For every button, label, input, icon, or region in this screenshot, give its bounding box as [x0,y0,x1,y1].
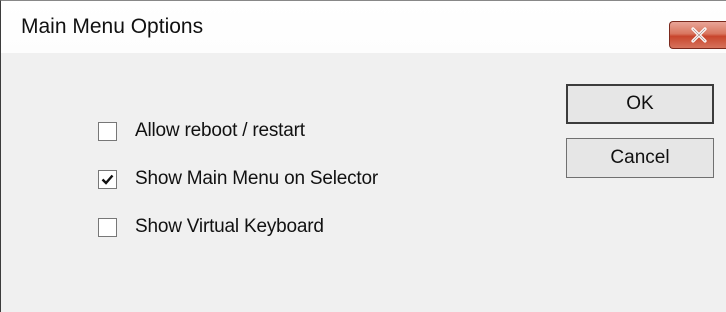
close-button[interactable] [669,21,726,49]
allow-reboot-checkbox[interactable] [98,121,117,141]
option-show-virtual-keyboard[interactable]: Show Virtual Keyboard [98,214,324,240]
show-virtual-keyboard-label: Show Virtual Keyboard [135,216,324,237]
close-icon [690,27,707,43]
ok-button[interactable]: OK [566,84,714,124]
cancel-button[interactable]: Cancel [566,138,714,178]
show-main-menu-checkbox[interactable] [98,169,117,189]
dialog-window: Main Menu Options Allow reboot / restart [0,0,726,312]
window-title: Main Menu Options [21,15,204,38]
checkmark-icon [101,174,114,185]
option-show-main-menu[interactable]: Show Main Menu on Selector [98,166,378,192]
option-allow-reboot[interactable]: Allow reboot / restart [98,118,305,144]
show-virtual-keyboard-checkbox[interactable] [98,217,117,237]
title-bar[interactable]: Main Menu Options [1,1,726,53]
dialog-body: Allow reboot / restart Show Main Menu on… [1,53,726,312]
show-main-menu-label: Show Main Menu on Selector [135,168,378,189]
allow-reboot-label: Allow reboot / restart [135,120,305,141]
